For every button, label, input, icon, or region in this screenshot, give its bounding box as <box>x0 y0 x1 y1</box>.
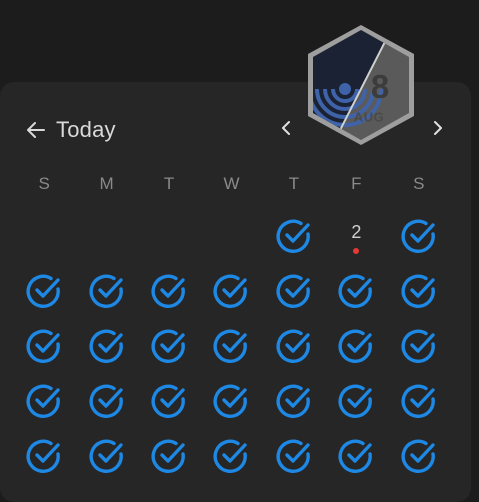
check-circle-icon <box>401 274 435 308</box>
check-circle-icon <box>151 384 185 418</box>
check-circle-icon <box>338 384 373 418</box>
check-circle-icon <box>338 329 373 363</box>
calendar-header: Today <box>24 115 116 145</box>
day-cell[interactable] <box>388 208 450 263</box>
day-cell[interactable] <box>388 263 450 318</box>
day-cell[interactable] <box>13 318 75 373</box>
next-month-button[interactable] <box>425 116 449 140</box>
day-cell[interactable] <box>13 263 75 318</box>
day-cell[interactable] <box>200 318 262 373</box>
day-cell[interactable] <box>263 208 325 263</box>
check-circle-icon <box>151 274 185 308</box>
check-circle-icon <box>401 439 435 473</box>
check-circle-icon <box>26 384 61 418</box>
check-circle-icon <box>26 329 61 363</box>
check-circle-icon <box>276 274 310 308</box>
day-cell[interactable] <box>263 373 325 428</box>
weekday-label: F <box>351 174 362 193</box>
day-cell[interactable] <box>200 373 262 428</box>
empty-day-cell <box>138 208 200 263</box>
check-circle-icon <box>276 329 310 363</box>
day-cell[interactable] <box>388 428 450 483</box>
badge-day: 8 <box>370 68 390 105</box>
day-cell[interactable] <box>325 373 387 428</box>
weekday-row: S M T W T F S <box>13 172 450 196</box>
day-cell[interactable] <box>138 428 200 483</box>
check-circle-icon <box>213 384 248 418</box>
today-button[interactable]: Today <box>56 117 116 143</box>
check-circle-icon <box>89 329 123 363</box>
badge-month: AUG <box>353 109 385 125</box>
check-circle-icon <box>26 439 61 473</box>
check-circle-icon <box>401 384 435 418</box>
check-circle-icon <box>401 219 435 253</box>
day-cell[interactable] <box>388 373 450 428</box>
check-circle-icon <box>276 384 310 418</box>
day-cell[interactable] <box>325 318 387 373</box>
day-cell[interactable] <box>200 428 262 483</box>
previous-month-button[interactable] <box>275 116 299 140</box>
empty-day-cell <box>75 208 137 263</box>
empty-day-cell <box>13 208 75 263</box>
check-circle-icon <box>151 329 185 363</box>
check-circle-icon <box>151 439 185 473</box>
weekday-label: T <box>163 174 175 193</box>
event-dot <box>353 248 360 254</box>
check-circle-icon <box>89 384 123 418</box>
day-cell[interactable] <box>75 263 137 318</box>
hexagon-badge-icon <box>308 25 414 145</box>
check-circle-icon <box>401 329 435 363</box>
check-circle-icon <box>213 329 248 363</box>
check-circle-icon <box>89 274 123 308</box>
check-circle-icon <box>338 439 373 473</box>
date-badge: 8 AUG <box>305 23 417 147</box>
day-cell[interactable] <box>75 373 137 428</box>
day-cell[interactable]: 2 <box>325 208 387 263</box>
day-cell[interactable] <box>138 318 200 373</box>
day-cell[interactable] <box>263 428 325 483</box>
day-cell[interactable] <box>263 318 325 373</box>
day-cell[interactable] <box>388 318 450 373</box>
day-cell[interactable] <box>200 263 262 318</box>
check-circle-icon <box>213 274 248 308</box>
arrow-left-icon[interactable] <box>24 118 48 142</box>
day-number: 2 <box>351 222 362 242</box>
weekday-label: S <box>413 174 425 193</box>
day-cell[interactable] <box>75 318 137 373</box>
day-cell[interactable] <box>325 428 387 483</box>
check-circle-icon <box>338 274 373 308</box>
weekday-label: T <box>288 174 300 193</box>
check-circle-icon <box>276 439 310 473</box>
check-circle-icon <box>89 439 123 473</box>
chevron-right-icon <box>434 121 442 135</box>
weekday-label: S <box>38 174 50 193</box>
day-cell[interactable] <box>138 373 200 428</box>
day-cell[interactable] <box>138 263 200 318</box>
calendar-grid: 2 <box>13 208 450 483</box>
weekday-label: M <box>99 174 114 193</box>
chevron-left-icon <box>282 121 290 135</box>
day-cell[interactable] <box>13 428 75 483</box>
check-circle-icon <box>26 274 61 308</box>
day-cell[interactable] <box>13 373 75 428</box>
check-circle-icon <box>213 439 248 473</box>
day-cell[interactable] <box>325 263 387 318</box>
day-cell[interactable] <box>263 263 325 318</box>
check-circle-icon <box>276 219 310 253</box>
day-cell[interactable] <box>75 428 137 483</box>
weekday-label: W <box>223 174 240 193</box>
empty-day-cell <box>200 208 262 263</box>
